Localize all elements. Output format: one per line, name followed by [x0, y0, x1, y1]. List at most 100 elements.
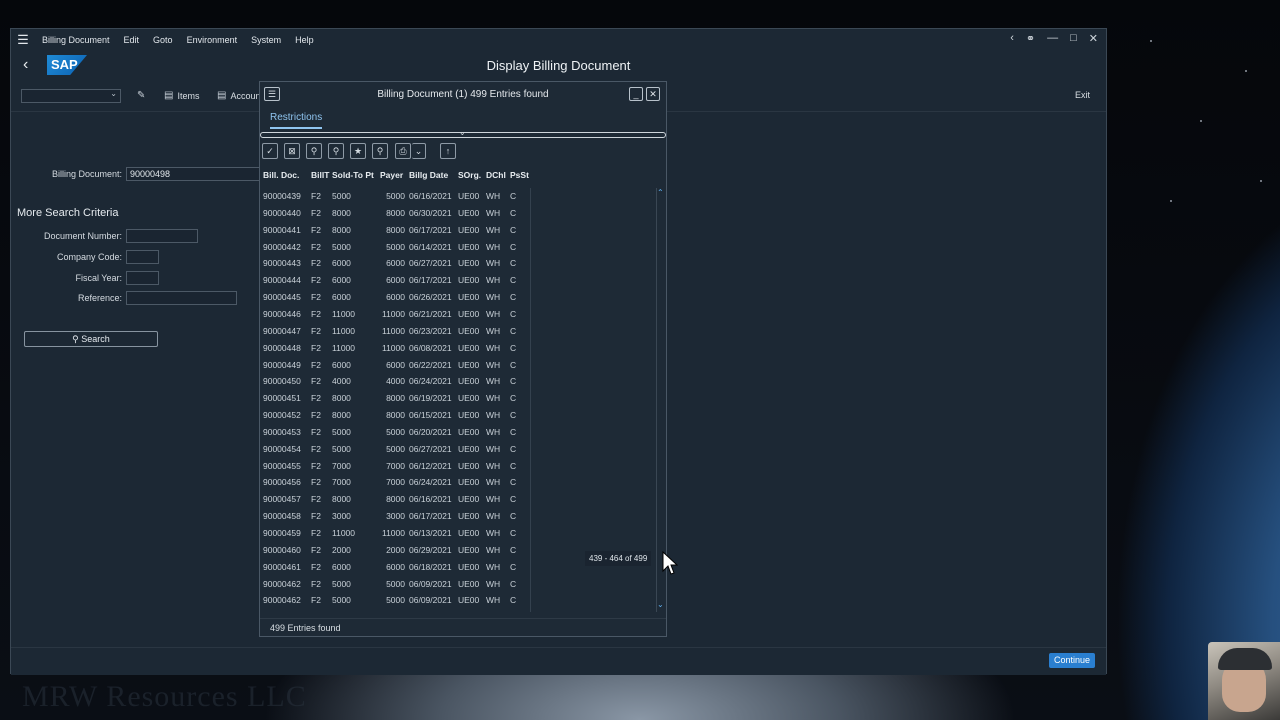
cancel-icon[interactable]: ⊠	[284, 143, 300, 159]
table-row[interactable]: 90000454 F2 5000 5000 06/27/2021 UE00 WH C	[260, 441, 530, 458]
table-cell: WH	[486, 561, 501, 572]
table-cell: 90000441	[263, 224, 301, 235]
table-row[interactable]: 90000443 F2 6000 6000 06/27/2021 UE00 WH C	[260, 255, 530, 272]
table-row[interactable]: 90000462 F2 5000 5000 06/09/2021 UE00 WH C	[260, 576, 530, 593]
key-icon[interactable]: ⚲	[372, 143, 388, 159]
footer-bar: Continue	[11, 647, 1106, 675]
hamburger-menu-icon[interactable]: ☰	[11, 32, 35, 48]
col-header-payer[interactable]: Payer	[380, 170, 403, 180]
table-row[interactable]: 90000450 F2 4000 4000 06/24/2021 UE00 WH C	[260, 373, 530, 390]
menu-goto[interactable]: Goto	[146, 35, 180, 45]
table-row[interactable]: 90000448 F2 11000 11000 06/08/2021 UE00 WH C	[260, 340, 530, 357]
exit-button[interactable]: Exit	[1075, 90, 1090, 100]
table-cell: 06/17/2021	[409, 275, 452, 286]
table-row[interactable]: 90000453 F2 5000 5000 06/20/2021 UE00 WH C	[260, 424, 530, 441]
display-change-button[interactable]: ✎	[137, 90, 145, 101]
table-cell: F2	[311, 511, 321, 522]
restrictions-toggle-bar[interactable]: ⌄	[260, 128, 666, 138]
table-cell: UE00	[458, 325, 480, 336]
menu-billing-document[interactable]: Billing Document	[35, 35, 117, 45]
table-cell: 6000	[386, 359, 405, 370]
col-header-dchl[interactable]: DChl	[486, 170, 506, 180]
table-row[interactable]: 90000446 F2 11000 11000 06/21/2021 UE00 WH C	[260, 306, 530, 323]
dialog-close-icon[interactable]: ✕	[646, 87, 660, 101]
menu-system[interactable]: System	[244, 35, 288, 45]
chevron-left-icon[interactable]: ‹	[1010, 32, 1014, 45]
table-cell: 6000	[386, 561, 405, 572]
table-cell: UE00	[458, 578, 480, 589]
pin-icon[interactable]: ↑	[440, 143, 456, 159]
dialog-minimize-icon[interactable]: _	[629, 87, 643, 101]
tab-restrictions[interactable]: Restrictions	[270, 112, 323, 129]
print-dropdown-chevron-icon[interactable]: ⌄	[412, 143, 426, 159]
table-cell: WH	[486, 477, 501, 488]
table-row[interactable]: 90000462 F2 5000 5000 06/09/2021 UE00 WH C	[260, 592, 530, 609]
table-row[interactable]: 90000461 F2 6000 6000 06/18/2021 UE00 WH C	[260, 559, 530, 576]
favorite-icon[interactable]: ★	[350, 143, 366, 159]
continue-button[interactable]: Continue	[1048, 653, 1095, 668]
table-row[interactable]: 90000444 F2 6000 6000 06/17/2021 UE00 WH C	[260, 272, 530, 289]
table-cell: 7000	[332, 460, 351, 471]
menu-edit[interactable]: Edit	[117, 35, 147, 45]
fiscal-year-field[interactable]	[126, 271, 159, 285]
col-header-sorg[interactable]: SOrg.	[458, 170, 481, 180]
scroll-down-icon[interactable]: ⌄	[657, 600, 664, 609]
table-row[interactable]: 90000457 F2 8000 8000 06/16/2021 UE00 WH C	[260, 491, 530, 508]
table-row[interactable]: 90000459 F2 11000 11000 06/13/2021 UE00 WH C	[260, 525, 530, 542]
menu-environment[interactable]: Environment	[180, 35, 245, 45]
table-row[interactable]: 90000442 F2 5000 5000 06/14/2021 UE00 WH C	[260, 239, 530, 256]
table-row[interactable]: 90000440 F2 8000 8000 06/30/2021 UE00 WH C	[260, 205, 530, 222]
close-icon[interactable]: ✕	[1089, 32, 1098, 45]
find-next-icon[interactable]: ⚲	[328, 143, 344, 159]
billing-document-field[interactable]: 90000498	[126, 167, 261, 181]
table-cell: 5000	[332, 595, 351, 606]
table-cell: 06/16/2021	[409, 191, 452, 201]
table-row[interactable]: 90000445 F2 6000 6000 06/26/2021 UE00 WH C	[260, 289, 530, 306]
document-number-field[interactable]	[126, 229, 198, 243]
print-icon[interactable]: ⎙	[395, 143, 411, 159]
checkmark-icon[interactable]: ✓	[262, 143, 278, 159]
table-cell: UE00	[458, 410, 480, 421]
accounting-button[interactable]: ▤ Accoun	[217, 90, 260, 101]
menu-help[interactable]: Help	[288, 35, 321, 45]
table-row[interactable]: 90000455 F2 7000 7000 06/12/2021 UE00 WH C	[260, 458, 530, 475]
entries-found-status: 499 Entries found	[270, 623, 341, 633]
col-header-billt[interactable]: BillT	[311, 170, 329, 180]
command-field[interactable]: ⌄	[21, 89, 121, 103]
search-button[interactable]: ⚲ Search	[24, 331, 158, 347]
table-cell: 7000	[332, 477, 351, 488]
reference-field[interactable]	[126, 291, 237, 305]
table-cell: 90000460	[263, 544, 301, 555]
table-cell: 90000445	[263, 292, 301, 303]
col-header-bill-doc[interactable]: Bill. Doc.	[263, 170, 299, 180]
table-cell: WH	[486, 224, 501, 235]
items-button[interactable]: ▤ Items	[164, 90, 199, 101]
table-row[interactable]: 90000439 F2 5000 5000 06/16/2021 UE00 WH C	[260, 188, 530, 205]
menu-bar: ☰ Billing Document Edit Goto Environment…	[11, 29, 1106, 51]
table-cell: 11000	[381, 342, 405, 353]
table-row[interactable]: 90000460 F2 2000 2000 06/29/2021 UE00 WH C	[260, 542, 530, 559]
table-row[interactable]: 90000452 F2 8000 8000 06/15/2021 UE00 WH C	[260, 407, 530, 424]
table-cell: UE00	[458, 477, 480, 488]
minimize-icon[interactable]: —	[1047, 32, 1058, 45]
col-header-billg-date[interactable]: Billg Date	[409, 170, 448, 180]
table-row[interactable]: 90000449 F2 6000 6000 06/22/2021 UE00 WH C	[260, 357, 530, 374]
col-header-psst[interactable]: PsSt	[510, 170, 529, 180]
table-row[interactable]: 90000447 F2 11000 11000 06/23/2021 UE00 WH C	[260, 323, 530, 340]
table-row[interactable]: 90000456 F2 7000 7000 06/24/2021 UE00 WH C	[260, 474, 530, 491]
col-header-sold-to[interactable]: Sold-To Pt	[332, 170, 374, 180]
table-row[interactable]: 90000451 F2 8000 8000 06/19/2021 UE00 WH C	[260, 390, 530, 407]
find-icon[interactable]: ⚲	[306, 143, 322, 159]
company-code-field[interactable]	[126, 250, 159, 264]
table-cell: 6000	[386, 292, 405, 303]
scroll-up-icon[interactable]: ⌃	[657, 188, 664, 197]
vertical-scrollbar[interactable]	[656, 188, 657, 612]
table-row[interactable]: 90000441 F2 8000 8000 06/17/2021 UE00 WH C	[260, 222, 530, 239]
maximize-icon[interactable]: □	[1070, 32, 1077, 45]
table-row[interactable]: 90000458 F2 3000 3000 06/17/2021 UE00 WH C	[260, 508, 530, 525]
table-cell: WH	[486, 443, 501, 454]
table-cell: WH	[486, 241, 501, 252]
unlock-icon[interactable]: ⚭	[1026, 32, 1035, 45]
table-cell: 5000	[332, 241, 351, 252]
table-cell: 06/09/2021	[409, 595, 452, 606]
